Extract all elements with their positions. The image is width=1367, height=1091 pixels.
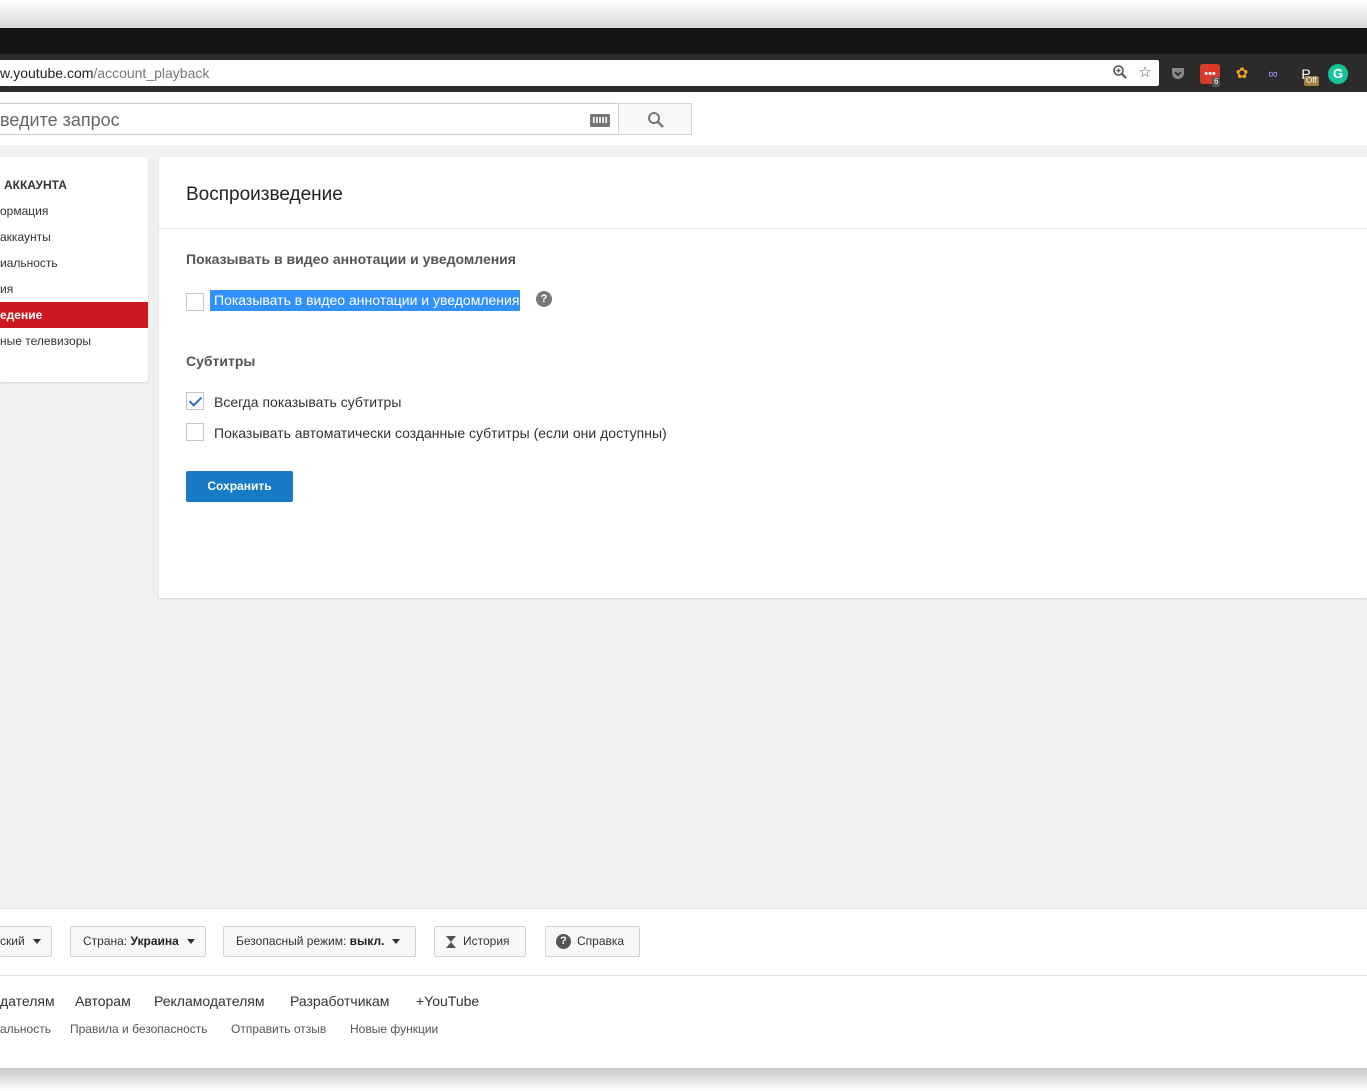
hourglass-icon bbox=[446, 935, 456, 948]
sidebar-item-playback[interactable]: едение bbox=[0, 302, 148, 328]
sidebar-item-privacy[interactable]: иальность bbox=[0, 250, 148, 276]
footer-link-press[interactable]: дателям bbox=[0, 993, 55, 1009]
footer-link-advertisers[interactable]: Рекламодателям bbox=[154, 993, 264, 1009]
country-value: Украина bbox=[130, 934, 179, 948]
account-settings-sidebar: И АККАУНТА ормация аккаунты иальность ия… bbox=[0, 157, 148, 382]
annotations-heading: Показывать в видео аннотации и уведомлен… bbox=[186, 251, 516, 267]
history-button[interactable]: История bbox=[434, 926, 526, 957]
bookmark-star-icon[interactable]: ☆ bbox=[1136, 64, 1154, 82]
sidebar-item-label: аккаунты bbox=[0, 230, 51, 244]
question-circle-icon: ? bbox=[556, 934, 571, 950]
help-icon[interactable]: ? bbox=[536, 291, 552, 307]
save-button[interactable]: Сохранить bbox=[186, 471, 293, 502]
sidebar-item-notifications[interactable]: ия bbox=[0, 276, 148, 302]
url-host: w.youtube.com bbox=[0, 65, 94, 81]
safety-mode-picker[interactable]: Безопасный режим: выкл. bbox=[223, 926, 416, 957]
footer-divider bbox=[0, 975, 1367, 976]
safety-prefix: Безопасный режим: bbox=[236, 934, 347, 948]
url-path: /account_playback bbox=[93, 65, 210, 81]
browser-titlebar bbox=[0, 28, 1367, 54]
paw-icon[interactable]: ✿ bbox=[1232, 64, 1252, 84]
safety-value: выкл. bbox=[349, 934, 385, 948]
country-prefix: Страна: bbox=[83, 934, 128, 948]
page-title: Воспроизведение bbox=[186, 184, 343, 205]
todoist-icon[interactable]: ••• 6 bbox=[1200, 64, 1221, 87]
sidebar-item-linked-accounts[interactable]: аккаунты bbox=[0, 224, 148, 250]
search-input[interactable]: ведите запрос bbox=[0, 103, 619, 135]
footer-link-plus-youtube[interactable]: +YouTube bbox=[416, 993, 479, 1009]
footer-link-privacy[interactable]: альность bbox=[0, 1022, 51, 1036]
sidebar-item-label: иальность bbox=[0, 256, 58, 270]
window-shadow bbox=[0, 0, 1367, 28]
country-picker[interactable]: Страна: Украина bbox=[70, 926, 206, 957]
footer-link-feedback[interactable]: Отправить отзыв bbox=[231, 1022, 326, 1036]
keyboard-icon[interactable] bbox=[590, 114, 610, 127]
footer-link-creators[interactable]: Авторам bbox=[75, 993, 131, 1009]
search-placeholder: ведите запрос bbox=[0, 110, 120, 130]
window-shadow-bottom bbox=[0, 1068, 1367, 1091]
always-show-subtitles-label[interactable]: Всегда показывать субтитры bbox=[214, 394, 401, 410]
sidebar-heading: И АККАУНТА bbox=[0, 178, 67, 192]
zoom-icon[interactable] bbox=[1111, 64, 1129, 82]
help-label: Справка bbox=[577, 934, 625, 948]
pocket-icon[interactable] bbox=[1168, 64, 1188, 84]
chevron-down-icon bbox=[392, 939, 401, 945]
footer-link-policy-safety[interactable]: Правила и безопасность bbox=[70, 1022, 208, 1036]
sidebar-item-label: ормация bbox=[0, 204, 49, 218]
annotations-checkbox-label[interactable]: Показывать в видео аннотации и уведомлен… bbox=[210, 290, 521, 311]
grammarly-icon[interactable]: G bbox=[1328, 64, 1348, 84]
sidebar-item-label: ные телевизоры bbox=[0, 334, 91, 348]
help-button[interactable]: ? Справка bbox=[545, 926, 640, 957]
todoist-badge: 6 bbox=[1212, 77, 1221, 87]
history-label: История bbox=[463, 934, 510, 948]
annotations-checkbox[interactable] bbox=[186, 293, 204, 311]
mask-icon[interactable]: ∞ bbox=[1263, 64, 1283, 84]
proxy-icon[interactable]: P Off bbox=[1296, 64, 1319, 86]
auto-subtitles-label[interactable]: Показывать автоматически созданные субти… bbox=[214, 425, 667, 441]
youtube-header: ведите запрос bbox=[0, 92, 1367, 147]
subtitles-heading: Субтитры bbox=[186, 353, 256, 369]
sidebar-item-connected-tvs[interactable]: ные телевизоры bbox=[0, 328, 148, 354]
language-value: ский bbox=[0, 934, 25, 948]
language-picker[interactable]: ский bbox=[0, 926, 52, 957]
address-bar[interactable]: w.youtube.com/account_playback ☆ bbox=[0, 60, 1159, 86]
search-button[interactable] bbox=[618, 103, 692, 135]
playback-settings-panel: Воспроизведение Показывать в видео аннот… bbox=[159, 157, 1367, 598]
sidebar-item-label: едение bbox=[0, 308, 43, 322]
chevron-down-icon bbox=[32, 939, 41, 945]
footer-link-new-features[interactable]: Новые функции bbox=[350, 1022, 438, 1036]
sidebar-item-label: ия bbox=[0, 282, 14, 296]
sidebar-item-info[interactable]: ормация bbox=[0, 198, 148, 224]
footer-link-developers[interactable]: Разработчикам bbox=[290, 993, 389, 1009]
auto-subtitles-checkbox[interactable] bbox=[186, 423, 204, 441]
footer: ский Страна: Украина Безопасный режим: в… bbox=[0, 908, 1367, 1068]
title-divider bbox=[159, 228, 1367, 229]
proxy-badge: Off bbox=[1304, 76, 1319, 86]
url-text[interactable]: w.youtube.com/account_playback bbox=[0, 65, 209, 81]
browser-window: w.youtube.com/account_playback ☆ ••• 6 ✿ … bbox=[0, 0, 1367, 1091]
chevron-down-icon bbox=[186, 939, 195, 945]
always-show-subtitles-checkbox[interactable] bbox=[186, 392, 204, 410]
page-body: И АККАУНТА ормация аккаунты иальность ия… bbox=[0, 148, 1367, 908]
search-icon bbox=[648, 112, 664, 128]
